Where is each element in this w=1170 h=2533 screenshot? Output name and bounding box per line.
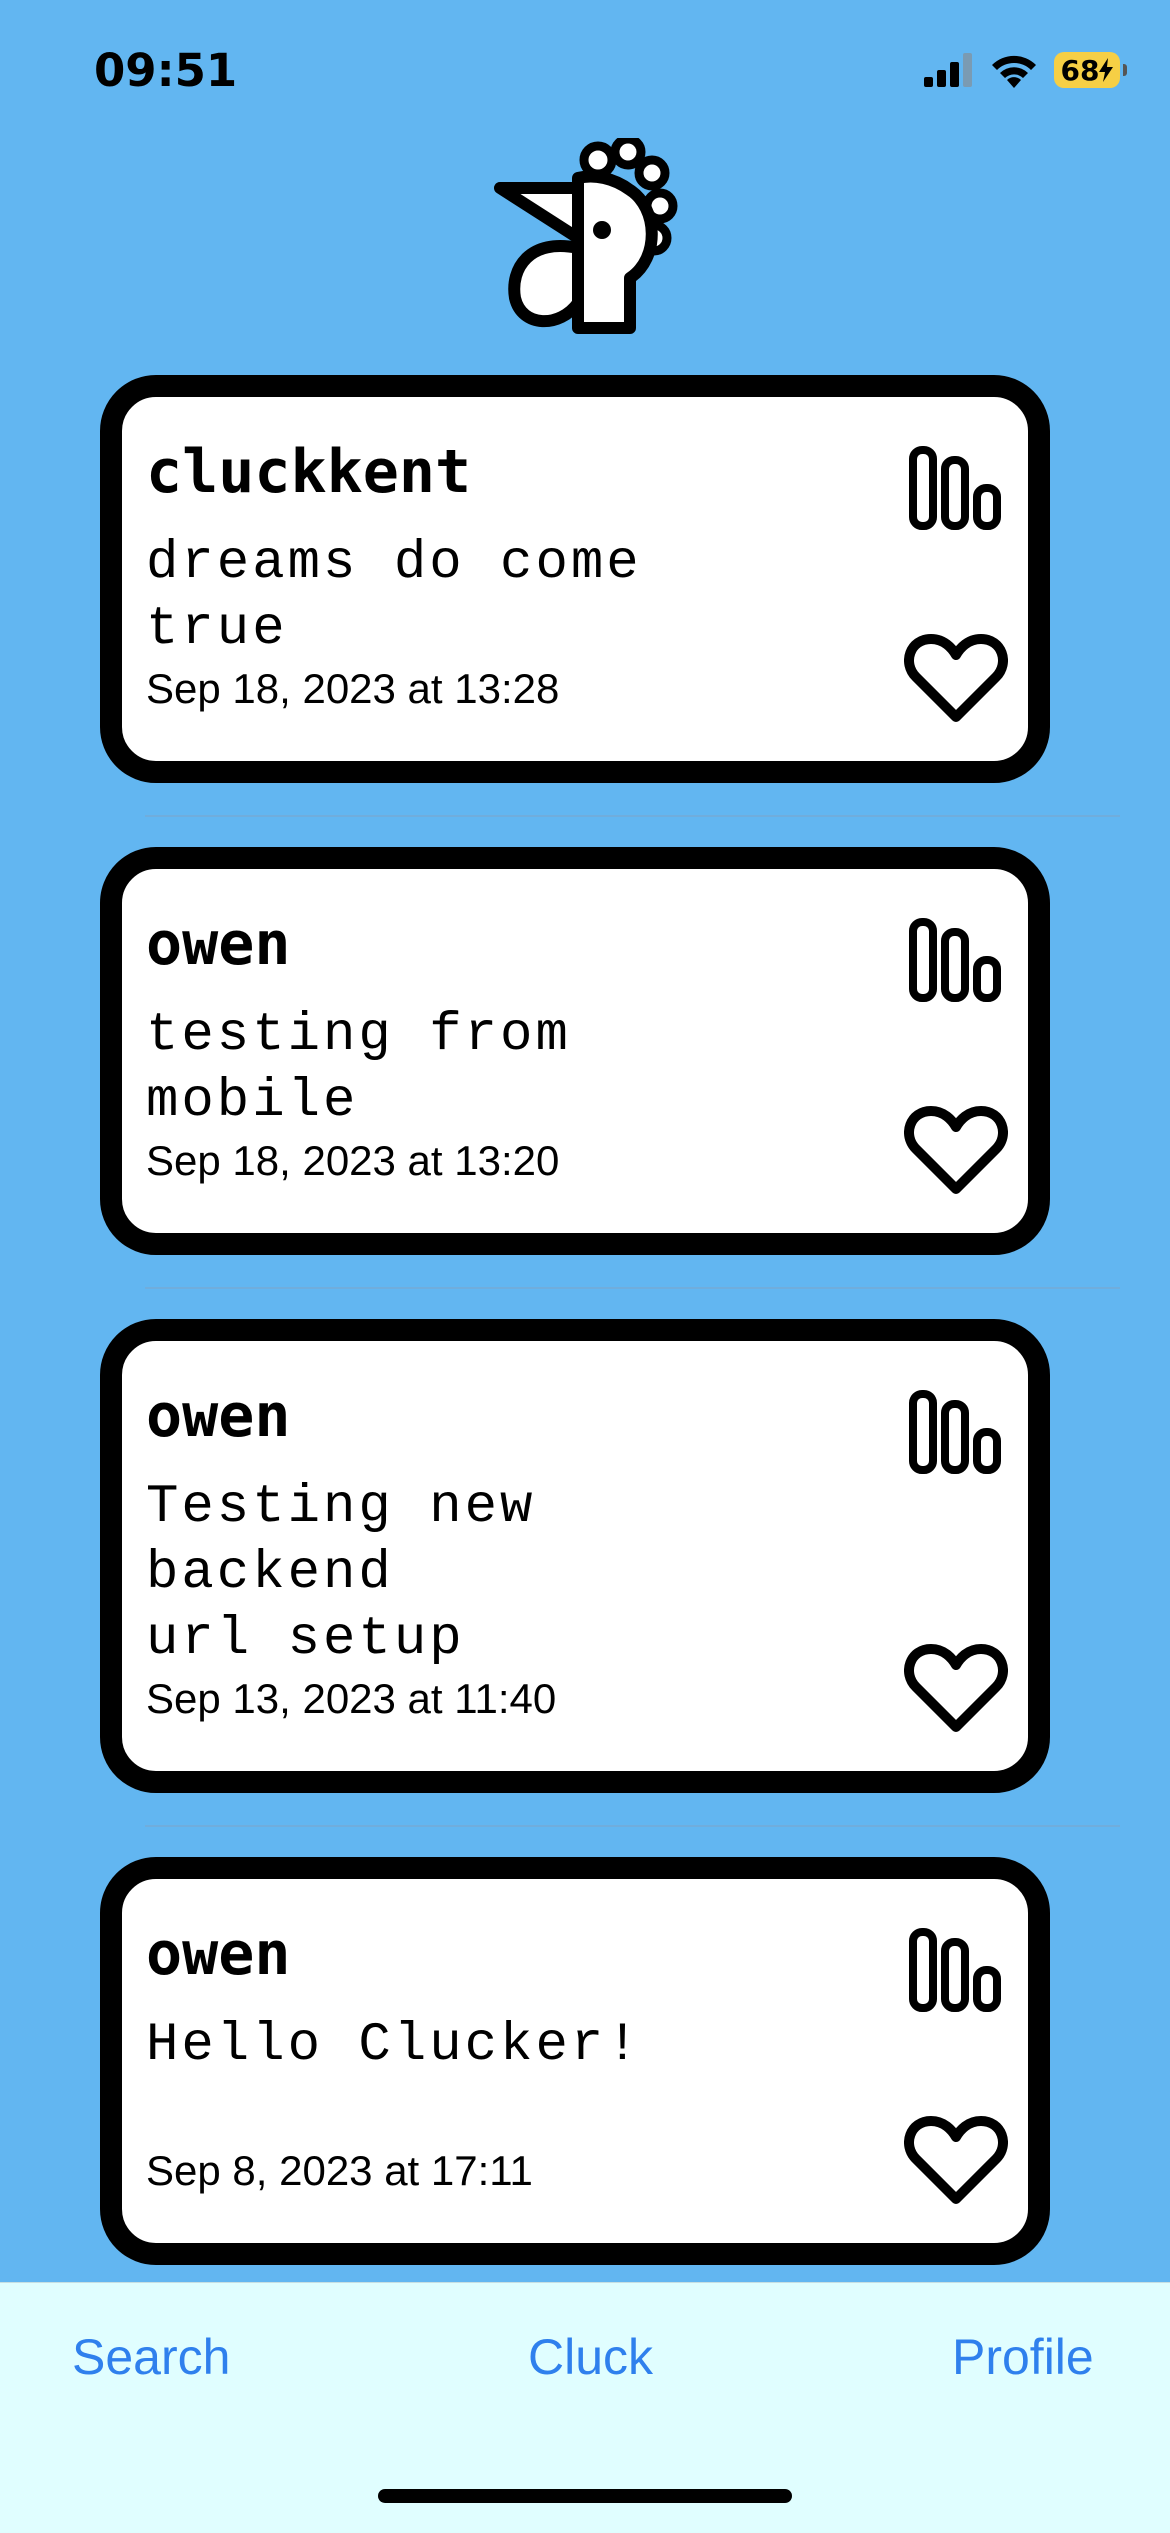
post-username[interactable]: cluckkent <box>146 437 471 507</box>
post-username[interactable]: owen <box>146 1381 291 1451</box>
battery-icon: 68 <box>1054 52 1127 88</box>
post-username[interactable]: owen <box>146 1919 291 1989</box>
rooster-logo <box>494 138 678 334</box>
post-card[interactable]: cluckkent dreams do come true Sep 18, 20… <box>100 375 1050 783</box>
stats-icon[interactable] <box>908 1927 1006 2013</box>
heart-icon[interactable] <box>904 1643 1008 1733</box>
post-text: dreams do come true <box>146 533 678 660</box>
post-card[interactable]: owen Hello Clucker! Sep 8, 2023 at 17:11 <box>100 1857 1050 2265</box>
divider <box>145 1825 1120 1827</box>
status-bar: 09:51 68 <box>0 0 1170 140</box>
stats-icon[interactable] <box>908 1389 1006 1475</box>
post-text: Testing new backend url setup <box>146 1477 536 1670</box>
heart-icon[interactable] <box>904 633 1008 723</box>
post-date: Sep 8, 2023 at 17:11 <box>146 2147 533 2194</box>
stats-icon[interactable] <box>908 445 1006 531</box>
post-date: Sep 18, 2023 at 13:20 <box>146 1137 560 1184</box>
status-icons: 68 <box>924 52 1127 88</box>
post-text: Hello Clucker! <box>146 2015 642 2076</box>
post-date: Sep 13, 2023 at 11:40 <box>146 1675 557 1722</box>
post-card[interactable]: owen Testing new backend url setup Sep 1… <box>100 1319 1050 1793</box>
post-card[interactable]: owen testing from mobile Sep 18, 2023 at… <box>100 847 1050 1255</box>
post-date: Sep 18, 2023 at 13:28 <box>146 665 560 712</box>
divider <box>145 1287 1120 1289</box>
heart-icon[interactable] <box>904 1105 1008 1195</box>
heart-icon[interactable] <box>904 2115 1008 2205</box>
battery-tip <box>1123 64 1127 76</box>
battery-level: 68 <box>1060 53 1100 87</box>
tab-cluck[interactable]: Cluck <box>528 2328 653 2386</box>
stats-icon[interactable] <box>908 917 1006 1003</box>
charging-bolt-icon <box>1099 58 1114 82</box>
post-username[interactable]: owen <box>146 909 291 979</box>
wifi-icon <box>992 55 1036 88</box>
post-text: testing from mobile <box>146 1005 607 1132</box>
divider <box>145 815 1120 817</box>
tab-search[interactable]: Search <box>72 2328 230 2386</box>
home-indicator[interactable] <box>378 2489 792 2503</box>
signal-icon <box>924 53 972 87</box>
status-time: 09:51 <box>94 44 238 97</box>
tab-profile[interactable]: Profile <box>952 2328 1094 2386</box>
